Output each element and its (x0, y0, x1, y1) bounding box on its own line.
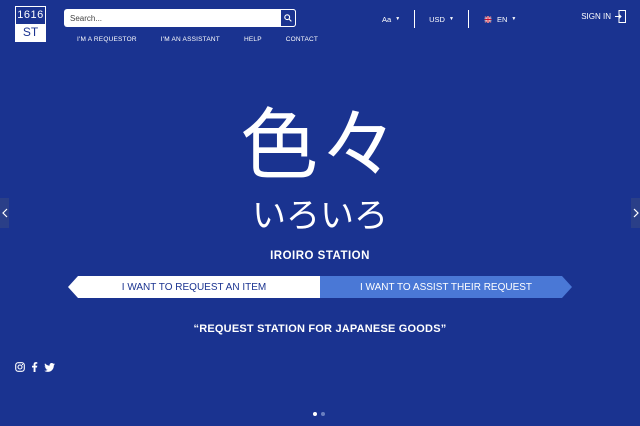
font-size-dropdown[interactable]: Aa ▼ (368, 15, 414, 24)
carousel-next-button[interactable] (631, 198, 640, 228)
language-label: EN (496, 14, 508, 24)
carousel-dot-1[interactable] (313, 412, 317, 416)
search-input[interactable] (64, 10, 276, 26)
language-dropdown[interactable]: EN ▼ (469, 15, 530, 24)
currency-dropdown[interactable]: USD ▼ (415, 15, 468, 24)
station-title: IROIRO STATION (270, 250, 370, 262)
logo-top-text: 1616 (16, 7, 45, 24)
hero-kana: いろいろ (252, 196, 388, 236)
facebook-icon[interactable] (31, 362, 38, 372)
header-controls: Aa ▼ USD ▼ EN ▼ (368, 10, 530, 28)
hero-kanji: 色々 (239, 101, 400, 191)
sign-in-label: SIGN IN (581, 12, 611, 21)
tagline: “REQUEST STATION FOR JAPANESE GOODS” (193, 323, 447, 335)
carousel-prev-button[interactable] (0, 198, 9, 228)
request-item-button[interactable]: I WANT TO REQUEST AN ITEM (68, 276, 320, 298)
caret-down-icon: ▼ (511, 16, 517, 22)
carousel-dots (313, 412, 325, 416)
main-nav: I'M A REQUESTOR I'M AN ASSISTANT HELP CO… (77, 36, 318, 43)
currency-label: USD (429, 14, 445, 24)
caret-down-icon: ▼ (395, 16, 401, 22)
sign-in-button[interactable]: SIGN IN (581, 10, 626, 23)
nav-contact[interactable]: CONTACT (286, 36, 318, 43)
font-size-label: Aa (382, 14, 392, 24)
instagram-icon[interactable] (15, 362, 25, 372)
site-logo[interactable]: 1616 ST (15, 6, 46, 42)
twitter-icon[interactable] (44, 362, 55, 372)
logo-bottom-text: ST (16, 24, 45, 41)
search-button[interactable] (280, 9, 296, 27)
nav-help[interactable]: HELP (244, 36, 262, 43)
sign-in-icon (615, 10, 626, 23)
search-bar (64, 9, 296, 27)
nav-assistant[interactable]: I'M AN ASSISTANT (161, 36, 220, 43)
chevron-right-icon (633, 208, 639, 218)
uk-flag-icon (483, 15, 492, 23)
assist-request-button[interactable]: I WANT TO ASSIST THEIR REQUEST (320, 276, 572, 298)
social-links (15, 362, 55, 372)
search-icon (284, 14, 292, 22)
caret-down-icon: ▼ (448, 16, 454, 22)
chevron-left-icon (1, 208, 7, 218)
carousel-dot-2[interactable] (321, 412, 325, 416)
nav-requestor[interactable]: I'M A REQUESTOR (77, 36, 137, 43)
